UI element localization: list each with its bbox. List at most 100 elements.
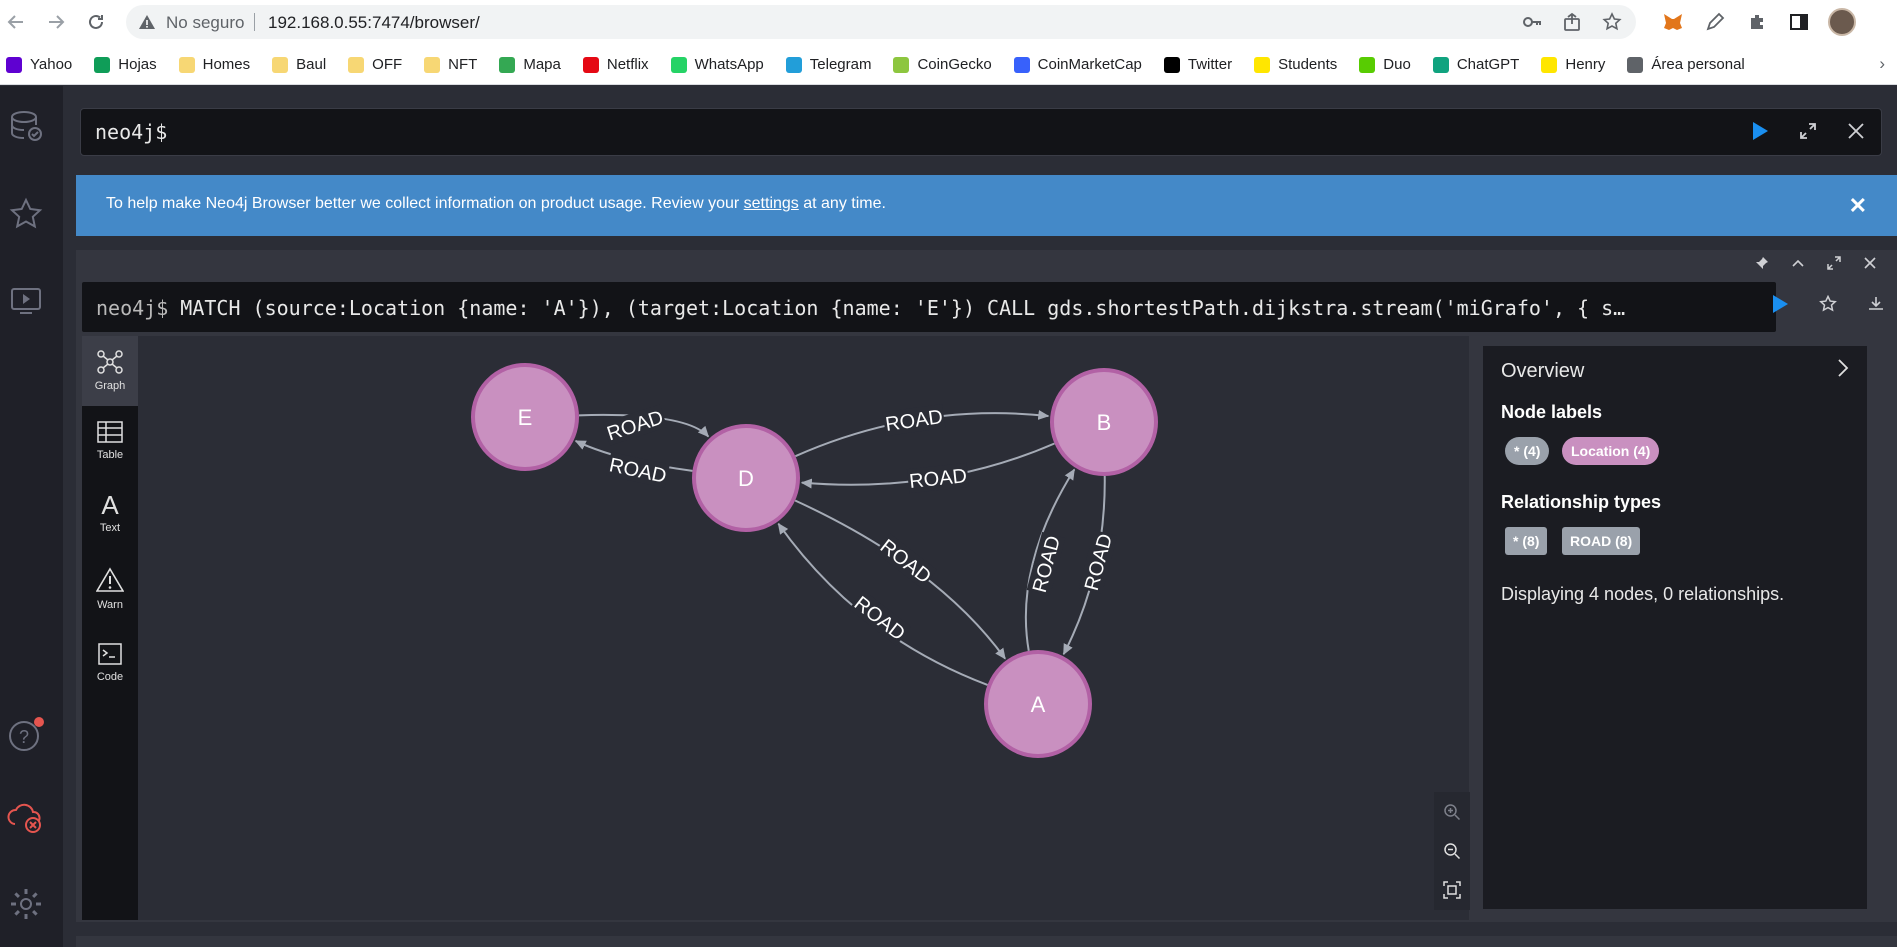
bookmark-item[interactable]: NFT: [424, 56, 477, 73]
metamask-icon[interactable]: [1660, 9, 1686, 35]
pen-extension-icon[interactable]: [1702, 9, 1728, 35]
url-text[interactable]: 192.168.0.55:7474/browser/: [268, 13, 480, 33]
usage-info-banner: To help make Neo4j Browser better we col…: [76, 175, 1897, 236]
bookmark-label: WhatsApp: [694, 56, 764, 73]
save-favorite-star-icon[interactable]: [1819, 295, 1837, 313]
tab-graph[interactable]: Graph: [82, 336, 138, 406]
rel-type-all-tag[interactable]: * (8): [1505, 527, 1548, 555]
bookmark-item[interactable]: CoinGecko: [893, 56, 992, 73]
bookmark-item[interactable]: Mapa: [499, 56, 561, 73]
bookmark-item[interactable]: WhatsApp: [670, 56, 764, 73]
rerun-play-icon[interactable]: [1771, 294, 1789, 314]
expand-icon[interactable]: [1799, 122, 1817, 140]
collapse-chevron-up-icon[interactable]: [1791, 256, 1805, 270]
editor-prompt[interactable]: neo4j$: [95, 120, 167, 144]
profile-avatar[interactable]: [1828, 8, 1856, 36]
tab-code[interactable]: Code: [82, 628, 138, 698]
bookmark-item[interactable]: ChatGPT: [1432, 56, 1519, 73]
tab-warn[interactable]: Warn: [82, 554, 138, 624]
frame-query-text[interactable]: MATCH (source:Location {name: 'A'}), (ta…: [180, 296, 1625, 320]
frame-close-icon[interactable]: [1863, 256, 1877, 270]
zoom-in-icon[interactable]: [1443, 803, 1461, 821]
relationship-label[interactable]: ROAD: [908, 465, 968, 493]
overview-status-message: Displaying 4 nodes, 0 relationships.: [1501, 584, 1785, 604]
banner-close-button[interactable]: ✕: [1849, 193, 1867, 219]
tab-text[interactable]: A Text: [82, 478, 138, 548]
bookmark-favicon-icon: [1359, 56, 1376, 73]
run-play-icon[interactable]: [1751, 121, 1769, 141]
node-label-location-pill[interactable]: Location (4): [1562, 437, 1660, 465]
bookmark-label: CoinMarketCap: [1037, 56, 1142, 73]
fit-to-screen-icon[interactable]: [1443, 881, 1461, 900]
bookmark-item[interactable]: CoinMarketCap: [1013, 56, 1142, 73]
bookmark-item[interactable]: Área personal: [1627, 56, 1745, 73]
banner-text-after: at any time.: [798, 195, 886, 212]
bookmark-item[interactable]: Homes: [178, 56, 250, 73]
graph-visualization[interactable]: ROADROADROADROADROADROADROAD ROAD EDBA: [138, 336, 1469, 920]
warning-icon[interactable]: [138, 13, 156, 36]
bookmark-favicon-icon: [785, 56, 802, 73]
table-icon: [97, 421, 123, 443]
bookmark-item[interactable]: Hojas: [94, 56, 157, 73]
fullscreen-icon[interactable]: [1827, 256, 1841, 270]
bookmark-favicon-icon: [893, 56, 910, 73]
bookmark-favicon-icon: [1541, 56, 1558, 73]
graph-node-label[interactable]: E: [518, 405, 533, 430]
settings-gear-icon[interactable]: [6, 884, 46, 924]
more-bookmarks-chevron-icon[interactable]: ›: [1879, 54, 1885, 74]
graph-node-label[interactable]: B: [1097, 410, 1112, 435]
graph-icon: [97, 350, 123, 374]
star-icon[interactable]: [1602, 12, 1622, 32]
address-bar[interactable]: No seguro 192.168.0.55:7474/browser/: [126, 5, 1636, 39]
close-icon[interactable]: [1847, 122, 1865, 140]
next-frame-edge: [76, 936, 1897, 947]
graph-node-label[interactable]: A: [1031, 692, 1046, 717]
settings-link[interactable]: settings: [744, 195, 799, 212]
bookmark-item[interactable]: Telegram: [785, 56, 871, 73]
warn-icon: [96, 567, 124, 592]
graph-node-label[interactable]: D: [738, 466, 754, 491]
graph-canvas[interactable]: ROAD ROAD ROAD ROAD ROAD ROAD ROAD ROAD EDBA: [138, 336, 1469, 920]
rel-type-road-tag[interactable]: ROAD (8): [1562, 527, 1641, 555]
side-panel-icon[interactable]: [1786, 9, 1812, 35]
bookmark-favicon-icon: [348, 56, 365, 73]
disconnected-icon[interactable]: [6, 798, 46, 838]
relationship-label[interactable]: ROAD: [607, 454, 668, 488]
relationship-label[interactable]: ROAD: [884, 406, 944, 436]
banner-text-before: To help make Neo4j Browser better we col…: [106, 195, 744, 212]
chevron-right-icon[interactable]: [1835, 358, 1851, 378]
guides-play-icon[interactable]: [6, 280, 46, 320]
share-icon[interactable]: [1562, 12, 1582, 32]
extensions-icon[interactable]: [1744, 9, 1770, 35]
frame-query[interactable]: neo4j$ MATCH (source:Location {name: 'A'…: [96, 296, 1625, 320]
cypher-editor[interactable]: neo4j$: [80, 108, 1882, 156]
download-icon[interactable]: [1867, 295, 1885, 313]
help-icon[interactable]: ?: [6, 716, 46, 756]
bookmark-item[interactable]: OFF: [348, 56, 402, 73]
code-icon: [98, 643, 122, 665]
zoom-out-icon[interactable]: [1443, 842, 1461, 860]
database-icon[interactable]: [6, 106, 46, 146]
bookmark-item[interactable]: Baul: [272, 56, 326, 73]
bookmark-item[interactable]: Yahoo: [6, 56, 72, 73]
forward-button[interactable]: [42, 8, 70, 36]
pin-icon[interactable]: [1755, 256, 1769, 270]
bookmark-item[interactable]: Henry: [1541, 56, 1605, 73]
svg-text:A: A: [101, 492, 119, 516]
bookmark-label: CoinGecko: [917, 56, 992, 73]
back-button[interactable]: [2, 8, 30, 36]
frame-query-bar[interactable]: neo4j$ MATCH (source:Location {name: 'A'…: [82, 282, 1776, 332]
key-icon[interactable]: [1522, 12, 1542, 32]
reload-button[interactable]: [82, 8, 110, 36]
bookmark-item[interactable]: Duo: [1359, 56, 1411, 73]
bookmark-item[interactable]: Twitter: [1163, 56, 1232, 73]
bookmark-favicon-icon: [670, 56, 687, 73]
node-label-all-pill[interactable]: * (4): [1505, 437, 1550, 465]
security-label[interactable]: No seguro: [166, 13, 244, 33]
reload-icon: [89, 14, 103, 29]
favorites-star-icon[interactable]: [6, 194, 46, 234]
bookmark-label: Students: [1278, 56, 1338, 73]
bookmark-item[interactable]: Netflix: [582, 56, 649, 73]
bookmark-item[interactable]: Students: [1254, 56, 1337, 73]
tab-table[interactable]: Table: [82, 406, 138, 476]
